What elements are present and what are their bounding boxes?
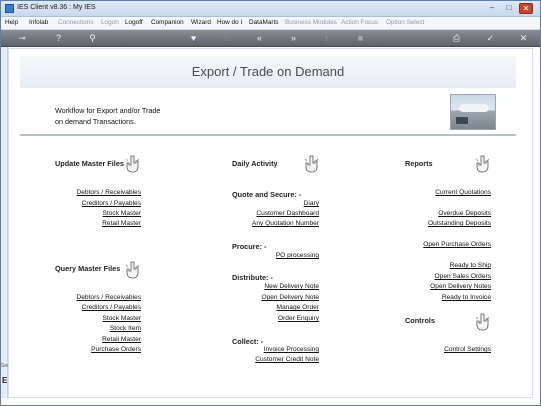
link-query-debtors[interactable]: Debtors / Receivables	[76, 294, 141, 301]
link-update-stock-master[interactable]: Stock Master	[103, 210, 141, 217]
hand-pointer-icon	[125, 155, 140, 173]
collect-heading: Collect: -	[232, 337, 264, 346]
help-icon[interactable]: ?	[53, 33, 64, 44]
link-current-quotations[interactable]: Current Quotations	[435, 189, 491, 196]
link-po-processing[interactable]: PO processing	[276, 252, 319, 259]
link-any-quotation-number[interactable]: Any Quotation Number	[252, 220, 319, 227]
menu-wizard[interactable]: Wizard	[191, 19, 211, 26]
close-window-button[interactable]: ✕	[519, 3, 533, 14]
truck-shape	[456, 117, 468, 124]
intro-line-1: Workflow for Export and/or Trade	[55, 106, 161, 115]
hand-pointer-icon	[304, 155, 319, 173]
clock-icon[interactable]: ◌	[220, 33, 231, 44]
daily-activity-heading: Daily Activity	[232, 159, 278, 168]
close-icon[interactable]: ✕	[518, 33, 529, 44]
link-query-stock-master[interactable]: Stock Master	[103, 315, 141, 322]
hand-pointer-icon	[125, 261, 140, 279]
link-order-enquiry[interactable]: Order Enquiry	[278, 315, 319, 322]
left-side-panel: Ses E	[1, 47, 10, 398]
distribute-heading: Distribute: -	[232, 273, 273, 282]
menu-option-select: Option Select	[386, 19, 425, 26]
update-master-heading: Update Master Files	[55, 159, 124, 168]
controls-heading: Controls	[405, 316, 435, 325]
query-master-heading: Query Master Files	[55, 264, 121, 273]
reports-heading: Reports	[405, 159, 433, 168]
link-outstanding-deposits[interactable]: Outstanding Deposits	[428, 220, 491, 227]
link-manage-order[interactable]: Manage Order	[276, 304, 319, 311]
menu-business-modules: Business Modules	[285, 19, 337, 26]
link-query-creditors[interactable]: Creditors / Payables	[82, 304, 141, 311]
back-icon[interactable]: «	[254, 33, 265, 44]
page-banner: Export / Trade on Demand	[20, 56, 516, 88]
link-open-sales-orders[interactable]: Open Sales Orders	[435, 273, 491, 280]
menu-bar: Help Infolab Connections Logon Logoff Co…	[1, 17, 540, 30]
hand-pointer-icon	[475, 313, 490, 331]
menu-how-do-i[interactable]: How do I	[217, 19, 242, 26]
link-open-delivery-note[interactable]: Open Delivery Note	[261, 294, 319, 301]
menu-help[interactable]: Help	[5, 19, 18, 26]
intro-line-2: on demand Transactions.	[55, 117, 136, 126]
link-new-delivery-note[interactable]: New Delivery Note	[264, 283, 319, 290]
link-query-retail-master[interactable]: Retail Master	[102, 336, 141, 343]
window-title: IES Client v8.36 : My IES	[17, 4, 96, 11]
minimize-button[interactable]: –	[485, 3, 499, 14]
procure-heading: Procure: -	[232, 242, 267, 251]
title-bar[interactable]: IES Client v8.36 : My IES – □ ✕	[1, 1, 540, 17]
link-open-purchase-orders[interactable]: Open Purchase Orders	[423, 241, 491, 248]
link-control-settings[interactable]: Control Settings	[444, 346, 491, 353]
cargo-plane-image	[450, 94, 496, 130]
link-ready-to-ship[interactable]: Ready to Ship	[450, 262, 491, 269]
menu-action-focus: Action Focus	[341, 19, 378, 26]
divider	[20, 134, 516, 136]
upload-icon[interactable]: ↑	[321, 33, 332, 44]
page-intro: Workflow for Export and/or Trade on dema…	[55, 105, 160, 127]
plane-shape	[459, 104, 489, 112]
link-diary[interactable]: Diary	[304, 200, 319, 207]
link-overdue-deposits[interactable]: Overdue Deposits	[438, 210, 491, 217]
menu-connections: Connections	[58, 19, 94, 26]
link-invoice-processing[interactable]: Invoice Processing	[264, 346, 319, 353]
menu-logoff[interactable]: Logoff	[125, 19, 143, 26]
link-open-delivery-notes[interactable]: Open Delivery Notes	[430, 283, 491, 290]
forward-icon[interactable]: »	[288, 33, 299, 44]
hand-pointer-icon	[475, 155, 490, 173]
link-update-creditors[interactable]: Creditors / Payables	[82, 200, 141, 207]
link-customer-credit-note[interactable]: Customer Credit Note	[255, 356, 319, 363]
print-icon[interactable]: ⎙	[451, 33, 462, 44]
link-customer-dashboard[interactable]: Customer Dashboard	[256, 210, 319, 217]
app-window: IES Client v8.36 : My IES – □ ✕ Help Inf…	[0, 0, 541, 406]
menu-logon: Logon	[101, 19, 119, 26]
menu-companion[interactable]: Companion	[151, 19, 184, 26]
link-query-stock-item[interactable]: Stock Item	[110, 325, 141, 332]
stop-icon[interactable]: ■	[355, 33, 366, 44]
link-query-purchase-orders[interactable]: Purchase Orders	[91, 346, 141, 353]
check-icon[interactable]: ✓	[485, 33, 496, 44]
app-icon	[5, 4, 14, 13]
link-update-debtors[interactable]: Debtors / Receivables	[76, 189, 141, 196]
key-icon[interactable]: ⊸	[13, 33, 31, 44]
search-icon[interactable]: ⚲	[87, 33, 98, 44]
heart-icon[interactable]: ♥	[188, 33, 199, 44]
maximize-button[interactable]: □	[502, 3, 516, 14]
link-update-retail-master[interactable]: Retail Master	[102, 220, 141, 227]
link-ready-to-invoice[interactable]: Ready to Invoice	[442, 294, 491, 301]
page-title: Export / Trade on Demand	[191, 64, 345, 79]
toolbar: ⊸ ? ⚲ ♥ ◌ « » ↑ ■ ⎙ ✓ ✕	[1, 30, 540, 47]
menu-datamarts[interactable]: DataMarts	[249, 19, 278, 26]
menu-infolab[interactable]: Infolab	[29, 19, 48, 26]
quote-secure-heading: Quote and Secure: -	[232, 190, 302, 199]
side-panel-mark: E	[2, 376, 8, 385]
